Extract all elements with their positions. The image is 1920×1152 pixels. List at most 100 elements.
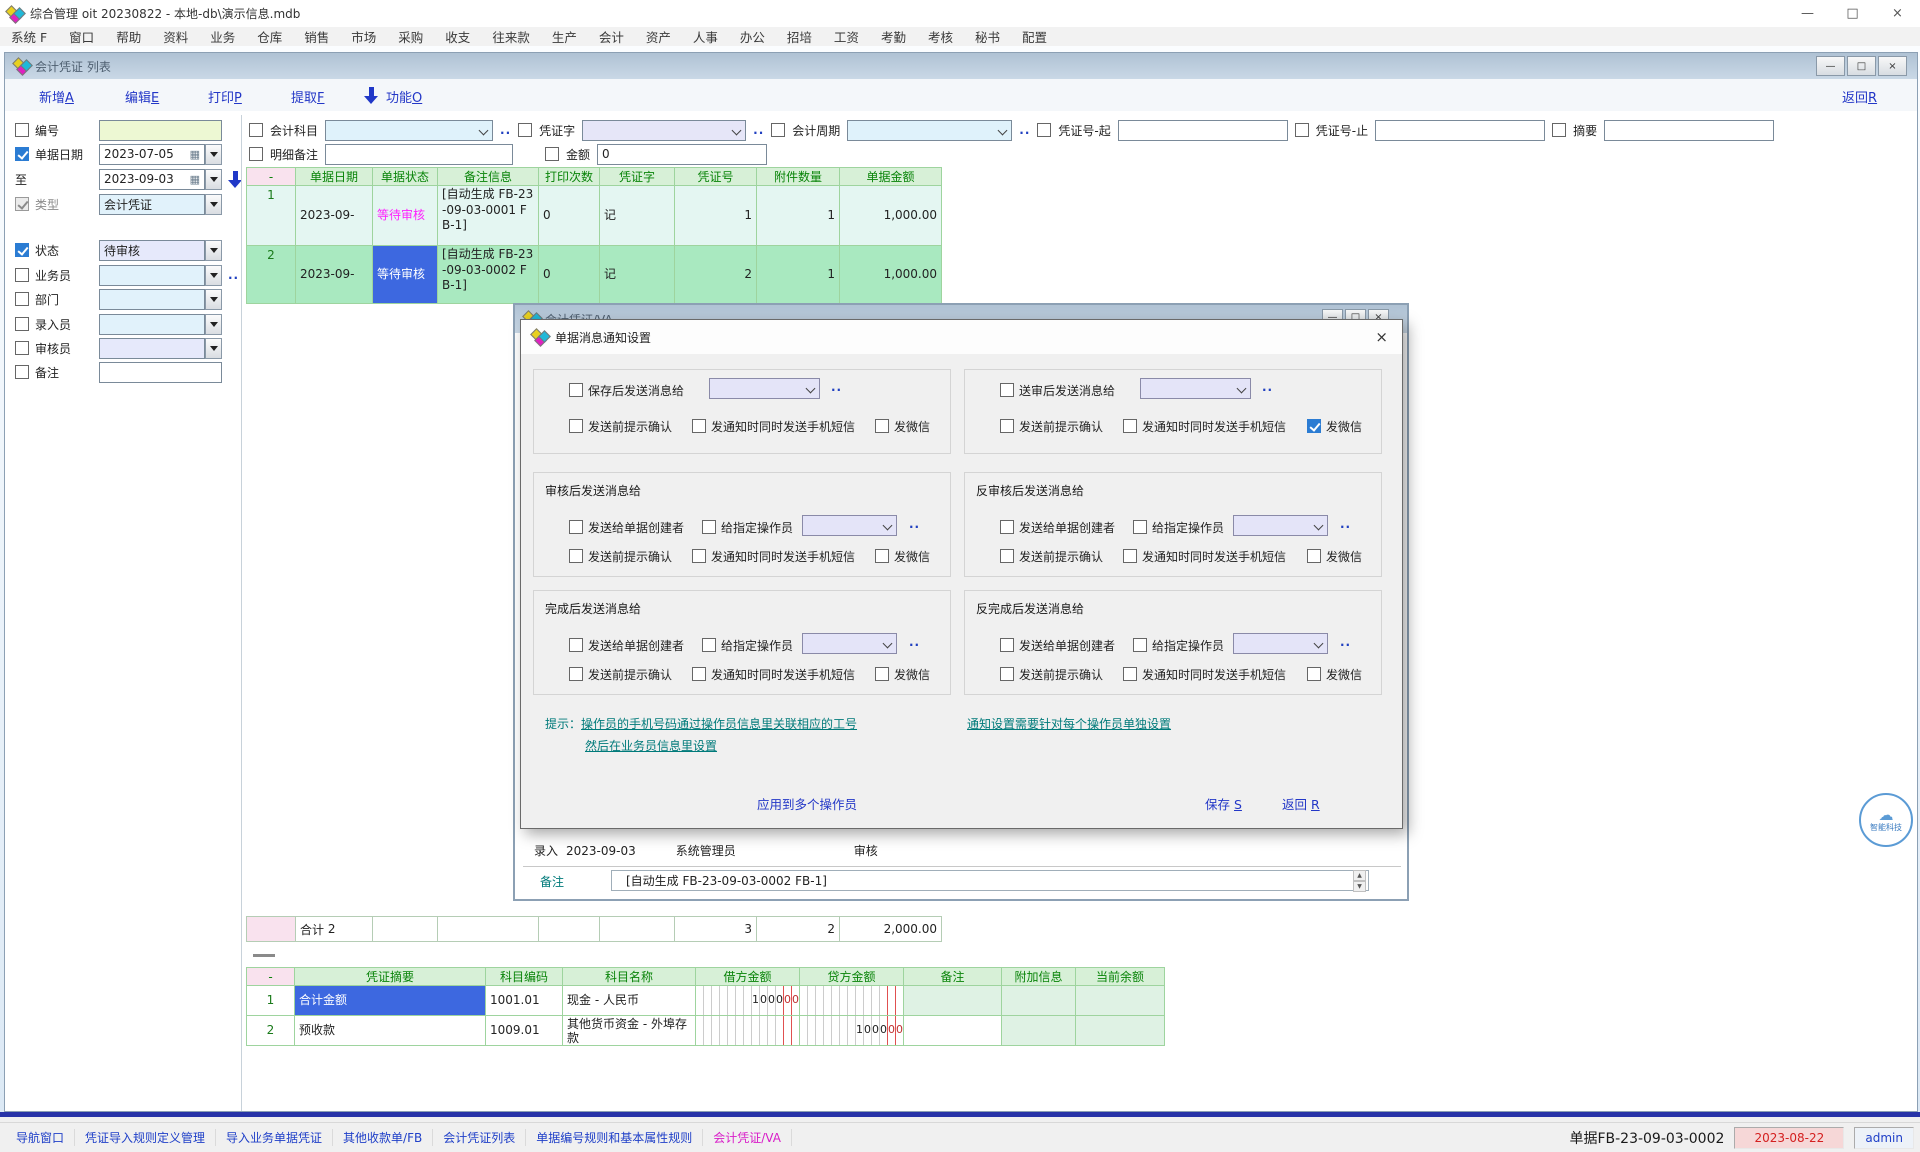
entry-clerk-combo[interactable] (99, 314, 205, 335)
cell-rownum[interactable]: 1 (247, 186, 296, 246)
cell-extra[interactable] (1002, 1016, 1076, 1046)
cell-word[interactable]: 记 (600, 186, 675, 246)
summary-checkbox[interactable] (1552, 123, 1566, 137)
unfinish-send-operator-checkbox[interactable]: 给指定操作员 (1133, 637, 1224, 653)
statusbar-item-voucher-va[interactable]: 会计凭证/VA (703, 1129, 792, 1146)
cell-subject-code[interactable]: 1001.01 (486, 986, 563, 1016)
status-combo[interactable]: 待审核 (99, 240, 205, 261)
auditor-combo[interactable] (99, 338, 205, 359)
unfinish-operator-browse-button[interactable]: .. (1340, 635, 1351, 649)
cell-amount[interactable]: 1,000.00 (840, 186, 942, 246)
note-checkbox[interactable] (15, 365, 29, 379)
cell-debit-grid[interactable] (696, 1016, 800, 1046)
menu-item-appraisal[interactable]: 考核 (917, 27, 964, 46)
summary-input[interactable] (1604, 120, 1774, 141)
menu-item-config[interactable]: 配置 (1011, 27, 1058, 46)
menu-item-secretary[interactable]: 秘书 (964, 27, 1011, 46)
cell-subject-name[interactable]: 其他货币资金 - 外埠存款 (563, 1016, 696, 1046)
unaudit-confirm-checkbox[interactable]: 发送前提示确认 (1000, 548, 1103, 564)
cell-note[interactable] (904, 1016, 1002, 1046)
menu-item-office[interactable]: 办公 (729, 27, 776, 46)
submit-wechat-checkbox[interactable]: 发微信 (1307, 418, 1362, 434)
unaudit-wechat-checkbox[interactable]: 发微信 (1307, 548, 1362, 564)
subject-browse-button[interactable]: .. (500, 123, 511, 137)
department-dropdown-button[interactable] (205, 289, 222, 310)
menu-item-accounts[interactable]: 往来款 (481, 27, 541, 46)
cell-rownum[interactable]: 1 (247, 986, 295, 1016)
menu-item-system[interactable]: 系统 F (0, 27, 58, 46)
menu-item-market[interactable]: 市场 (340, 27, 387, 46)
salesman-combo[interactable] (99, 265, 205, 286)
unaudit-operator-browse-button[interactable]: .. (1340, 517, 1351, 531)
cell-balance[interactable] (1076, 1016, 1165, 1046)
submit-recipient-combo[interactable] (1140, 378, 1251, 399)
voucher-word-browse-button[interactable]: .. (753, 123, 764, 137)
cell-amount[interactable]: 1,000.00 (840, 246, 942, 304)
cell-balance[interactable] (1076, 986, 1165, 1016)
finish-send-operator-checkbox[interactable]: 给指定操作员 (702, 637, 793, 653)
menu-item-data[interactable]: 资料 (152, 27, 199, 46)
child-maximize-button[interactable]: □ (1847, 56, 1876, 76)
unaudit-send-operator-checkbox[interactable]: 给指定操作员 (1133, 519, 1224, 535)
audit-operator-combo[interactable] (802, 515, 897, 536)
cell-prints[interactable]: 0 (539, 186, 600, 246)
voucher-row-selected[interactable]: 2 2023-09-03 等待审核 [自动生成 FB-23-09-03-0002… (247, 246, 942, 304)
edit-button[interactable]: 编辑E (125, 87, 159, 106)
menu-item-warehouse[interactable]: 仓库 (246, 27, 293, 46)
date-to-input[interactable]: 2023-09-03▦ (99, 169, 205, 190)
function-button[interactable]: 功能O (386, 87, 422, 106)
save-sms-checkbox[interactable]: 发通知时同时发送手机短信 (692, 418, 855, 434)
audit-wechat-checkbox[interactable]: 发微信 (875, 548, 930, 564)
department-checkbox[interactable] (15, 292, 29, 306)
print-button[interactable]: 打印P (208, 87, 242, 106)
minimize-button[interactable]: — (1785, 0, 1830, 27)
type-dropdown-button[interactable] (205, 194, 222, 215)
statusbar-item-import-rules[interactable]: 凭证导入规则定义管理 (75, 1129, 216, 1146)
cell-summary[interactable]: 预收款 (295, 1016, 486, 1046)
date-checkbox[interactable] (15, 147, 29, 161)
save-wechat-checkbox[interactable]: 发微信 (875, 418, 930, 434)
entry-clerk-dropdown-button[interactable] (205, 314, 222, 335)
cell-note[interactable] (904, 986, 1002, 1016)
note-scrollbar[interactable]: ▲ ▼ (1353, 870, 1366, 892)
menu-item-production[interactable]: 生产 (541, 27, 588, 46)
menu-item-hr[interactable]: 人事 (682, 27, 729, 46)
cell-extra[interactable] (1002, 986, 1076, 1016)
cell-credit-grid[interactable] (800, 986, 904, 1016)
statusbar-item-numbering-rules[interactable]: 单据编号规则和基本属性规则 (526, 1129, 703, 1146)
save-recipient-combo[interactable] (709, 378, 820, 399)
voucher-word-combo[interactable] (582, 120, 746, 141)
type-combo[interactable]: 会计凭证 (99, 194, 205, 215)
detail-note-checkbox[interactable] (249, 147, 263, 161)
child-minimize-button[interactable]: — (1816, 56, 1845, 76)
unfinish-operator-combo[interactable] (1233, 633, 1328, 654)
finish-send-creator-checkbox[interactable]: 发送给单据创建者 (569, 637, 684, 653)
cell-status-selected[interactable]: 等待审核 (373, 246, 438, 304)
dialog-save-button[interactable]: 保存 S (1205, 794, 1242, 813)
finish-operator-combo[interactable] (802, 633, 897, 654)
number-input[interactable] (99, 120, 222, 141)
scroll-down-icon[interactable]: ▼ (1353, 881, 1366, 892)
cell-rownum[interactable]: 2 (247, 1016, 295, 1046)
voucher-no-to-input[interactable] (1375, 120, 1545, 141)
submit-recipient-browse-button[interactable]: .. (1262, 380, 1273, 394)
unfinish-wechat-checkbox[interactable]: 发微信 (1307, 666, 1362, 682)
statusbar-item-receipt-fb[interactable]: 其他收款单/FB (333, 1129, 433, 1146)
cell-attach[interactable]: 1 (757, 186, 840, 246)
new-button[interactable]: 新增A (39, 87, 74, 106)
cell-attach[interactable]: 1 (757, 246, 840, 304)
audit-confirm-checkbox[interactable]: 发送前提示确认 (569, 548, 672, 564)
cell-no[interactable]: 1 (675, 186, 757, 246)
child-close-button[interactable]: × (1878, 56, 1907, 76)
detail-row[interactable]: 1 合计金额 1001.01 现金 - 人民币 100000 (247, 986, 1165, 1016)
unfinish-send-creator-checkbox[interactable]: 发送给单据创建者 (1000, 637, 1115, 653)
cell-word[interactable]: 记 (600, 246, 675, 304)
cell-summary-selected[interactable]: 合计金额 (295, 986, 486, 1016)
entry-clerk-checkbox[interactable] (15, 317, 29, 331)
finish-operator-browse-button[interactable]: .. (909, 635, 920, 649)
menu-item-business[interactable]: 业务 (199, 27, 246, 46)
save-recipient-browse-button[interactable]: .. (831, 380, 842, 394)
department-combo[interactable] (99, 289, 205, 310)
auditor-checkbox[interactable] (15, 341, 29, 355)
voucher-no-from-input[interactable] (1118, 120, 1288, 141)
